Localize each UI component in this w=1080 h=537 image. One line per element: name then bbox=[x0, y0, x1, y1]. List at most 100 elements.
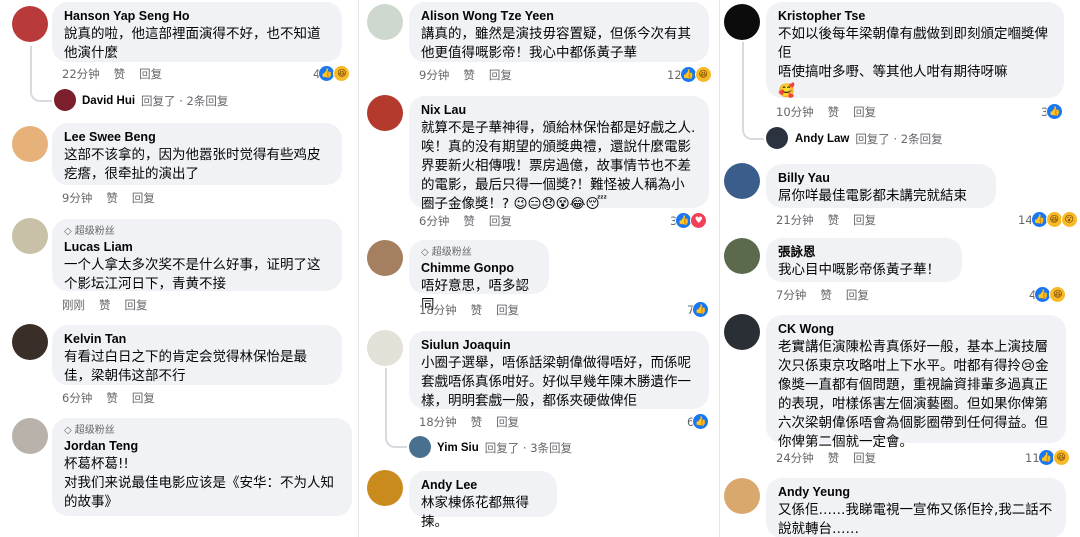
reaction-count[interactable]: 11 👍 😆 bbox=[1022, 448, 1073, 467]
commenter-name[interactable]: 張詠恩 bbox=[778, 244, 950, 261]
avatar[interactable] bbox=[367, 4, 403, 40]
haha-reaction-icon: 😆 bbox=[694, 66, 712, 83]
commenter-name[interactable]: Andy Lee bbox=[421, 477, 545, 494]
like-button[interactable]: 赞 bbox=[99, 297, 111, 313]
like-button[interactable]: 赞 bbox=[828, 212, 840, 228]
like-button[interactable]: 赞 bbox=[106, 390, 118, 406]
avatar[interactable] bbox=[766, 127, 788, 149]
reply-button[interactable]: 回复 bbox=[139, 66, 162, 82]
replies-link[interactable]: Andy Law 回复了 · 2条回复 bbox=[795, 131, 943, 147]
thread-line bbox=[385, 368, 407, 448]
comment-actions: 6分钟 赞 回复 bbox=[419, 213, 512, 229]
reply-button[interactable]: 回复 bbox=[125, 297, 148, 313]
like-reaction-icon: 👍 bbox=[1046, 103, 1064, 120]
avatar[interactable] bbox=[724, 163, 760, 199]
comment-text: 老實講佢演陳松青真係好一般，基本上演技層次只係東京攻略咁上下水平。咁都有得拎😢金… bbox=[778, 339, 1049, 450]
reply-button[interactable]: 回复 bbox=[496, 302, 519, 318]
avatar[interactable] bbox=[367, 470, 403, 506]
avatar[interactable] bbox=[724, 314, 760, 350]
reply-author: Andy Law bbox=[795, 133, 850, 145]
reaction-count[interactable]: 14 👍 😆 😮 bbox=[1015, 210, 1080, 229]
comment-time: 24分钟 bbox=[776, 451, 814, 465]
like-button[interactable]: 赞 bbox=[828, 450, 840, 466]
commenter-name[interactable]: Kristopher Tse bbox=[778, 8, 1052, 25]
commenter-name[interactable]: Chimme Gonpo bbox=[421, 260, 537, 277]
commenter-name[interactable]: Andy Yeung bbox=[778, 484, 1054, 501]
reply-button[interactable]: 回复 bbox=[853, 450, 876, 466]
commenter-name[interactable]: Siulun Joaquin bbox=[421, 337, 697, 354]
avatar[interactable] bbox=[12, 6, 48, 42]
commenter-name[interactable]: Alison Wong Tze Yeen bbox=[421, 8, 697, 25]
replies-link[interactable]: Yim Siu 回复了 · 3条回复 bbox=[437, 440, 572, 456]
avatar[interactable] bbox=[724, 238, 760, 274]
replies-link[interactable]: David Hui 回复了 · 2条回复 bbox=[82, 93, 228, 109]
like-button[interactable]: 赞 bbox=[828, 104, 840, 120]
comment-text: 我心目中嘅影帝係黃子華！ bbox=[778, 262, 940, 278]
comment-actions: 18分钟 赞 回复 bbox=[419, 302, 519, 318]
avatar[interactable] bbox=[367, 95, 403, 131]
reaction-count[interactable]: 6 👍 bbox=[684, 412, 713, 431]
reply-button[interactable]: 回复 bbox=[489, 67, 512, 83]
reply-button[interactable]: 回复 bbox=[853, 212, 876, 228]
avatar[interactable] bbox=[409, 436, 431, 458]
comment-time: 18分钟 bbox=[419, 415, 457, 429]
reply-button[interactable]: 回复 bbox=[846, 287, 869, 303]
haha-reaction-icon: 😆 bbox=[1052, 449, 1070, 466]
reply-button[interactable]: 回复 bbox=[132, 390, 155, 406]
like-button[interactable]: 赞 bbox=[820, 287, 832, 303]
like-button[interactable]: 赞 bbox=[114, 66, 126, 82]
avatar[interactable] bbox=[12, 418, 48, 454]
avatar[interactable] bbox=[367, 240, 403, 276]
diamond-icon: ◇ bbox=[421, 247, 429, 258]
like-button[interactable]: 赞 bbox=[106, 190, 118, 206]
top-fan-badge: ◇ 超级粉丝 bbox=[421, 247, 472, 258]
reaction-count[interactable]: 7 👍 bbox=[684, 300, 713, 319]
avatar[interactable] bbox=[54, 89, 76, 111]
comment-text: 杯葛杯葛!! 对我们来说最佳电影应该是《安华：不为人知的故事》 bbox=[64, 456, 334, 510]
commenter-name[interactable]: Billy Yau bbox=[778, 170, 984, 187]
like-reaction-icon: 👍 bbox=[692, 301, 710, 318]
comment-text: 小圈子選舉，唔係話梁朝偉做得唔好，而係呢套戲唔係真係咁好。好似早幾年陳木勝遺作一… bbox=[421, 355, 691, 409]
reaction-count[interactable]: 4 👍 😆 bbox=[1026, 285, 1070, 304]
comment-actions: 18分钟 赞 回复 bbox=[419, 414, 519, 430]
haha-reaction-icon: 😆 bbox=[333, 65, 351, 82]
reaction-count[interactable]: 3 👍 ♥ bbox=[667, 211, 711, 230]
like-button[interactable]: 赞 bbox=[463, 67, 475, 83]
reaction-count[interactable]: 4 👍 😆 bbox=[310, 64, 354, 83]
reaction-count[interactable]: 12 👍 😆 bbox=[664, 65, 715, 84]
avatar[interactable] bbox=[12, 218, 48, 254]
commenter-name[interactable]: Jordan Teng bbox=[64, 438, 340, 455]
reply-button[interactable]: 回复 bbox=[132, 190, 155, 206]
thread-line bbox=[742, 42, 764, 140]
comment-text: 就算不是子華神得，頒給林保怡都是好戲之人.唉！真的没有期望的頒獎典禮，還說什麼電… bbox=[421, 120, 696, 212]
avatar[interactable] bbox=[724, 478, 760, 514]
comment-time: 刚刚 bbox=[62, 298, 85, 312]
commenter-name[interactable]: Lee Swee Beng bbox=[64, 129, 330, 146]
thread-line bbox=[30, 46, 52, 102]
comment-bubble: Nix Lau 就算不是子華神得，頒給林保怡都是好戲之人.唉！真的没有期望的頒獎… bbox=[409, 96, 709, 212]
commenter-name[interactable]: Kelvin Tan bbox=[64, 331, 330, 348]
comment-bubble: CK Wong 老實講佢演陳松青真係好一般，基本上演技層次只係東京攻略咁上下水平… bbox=[766, 315, 1066, 450]
avatar[interactable] bbox=[724, 4, 760, 40]
commenter-name[interactable]: CK Wong bbox=[778, 321, 1054, 338]
avatar[interactable] bbox=[12, 324, 48, 360]
comment-bubble: Kristopher Tse 不如以後每年梁朝偉有戲做到即刻頒定嗰獎俾佢 唔使搞… bbox=[766, 2, 1064, 99]
comment-text: 有看过白日之下的肯定会觉得林保怡是最佳，梁朝伟这部不行 bbox=[64, 349, 307, 384]
comment-bubble: Andy Yeung 又係佢……我睇電視一宣佈又係佢拎,我二話不說就轉台…… bbox=[766, 478, 1066, 537]
like-button[interactable]: 赞 bbox=[471, 414, 483, 430]
like-button[interactable]: 赞 bbox=[463, 213, 475, 229]
commenter-name[interactable]: Hanson Yap Seng Ho bbox=[64, 8, 330, 25]
avatar[interactable] bbox=[12, 126, 48, 162]
comment-bubble: 張詠恩 我心目中嘅影帝係黃子華！ bbox=[766, 238, 962, 282]
reply-button[interactable]: 回复 bbox=[489, 213, 512, 229]
like-button[interactable]: 赞 bbox=[471, 302, 483, 318]
comment-time: 21分钟 bbox=[776, 213, 814, 227]
reply-button[interactable]: 回复 bbox=[496, 414, 519, 430]
reply-author: Yim Siu bbox=[437, 442, 479, 454]
commenter-name[interactable]: Nix Lau bbox=[421, 102, 697, 119]
avatar[interactable] bbox=[367, 330, 403, 366]
reaction-count[interactable]: 3 👍 bbox=[1038, 102, 1067, 121]
comment-bubble: ◇ 超级粉丝 Chimme Gonpo 唔好意思，唔多認同 bbox=[409, 240, 549, 313]
commenter-name[interactable]: Lucas Liam bbox=[64, 239, 330, 256]
reply-button[interactable]: 回复 bbox=[853, 104, 876, 120]
